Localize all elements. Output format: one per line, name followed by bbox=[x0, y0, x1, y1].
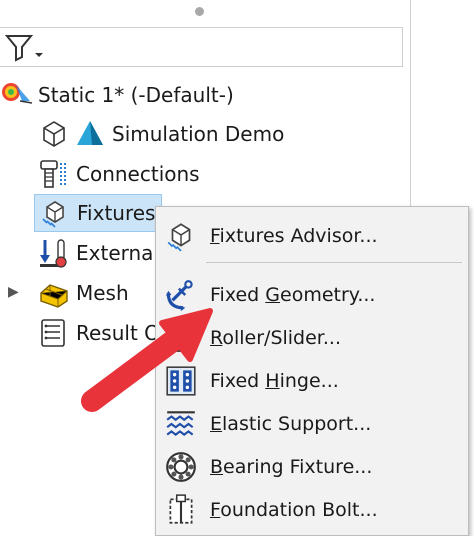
menu-item-label: Fixed Geometry... bbox=[210, 284, 376, 306]
result-options-icon bbox=[41, 319, 65, 347]
mesh-expander-icon[interactable]: ▶ bbox=[8, 284, 19, 300]
menu-item-fixtures-advisor[interactable]: Fixtures Advisor... bbox=[156, 215, 468, 257]
menu-item-label: Fixtures Advisor... bbox=[210, 225, 378, 247]
menu-item-label: Foundation Bolt... bbox=[210, 499, 378, 521]
external-loads-icon bbox=[40, 239, 67, 268]
bearing-fixture-icon bbox=[166, 452, 196, 482]
filter-icon[interactable] bbox=[5, 33, 45, 63]
tree-item-label: Simulation Demo bbox=[112, 122, 285, 146]
fixtures-icon bbox=[42, 201, 64, 228]
tree-item-fixtures[interactable]: Fixtures bbox=[34, 194, 163, 232]
menu-item-bearing-fixture[interactable]: Bearing Fixture... bbox=[156, 446, 468, 488]
study-label: Static 1* (-Default-) bbox=[38, 83, 234, 107]
pointer-arrow-annotation bbox=[81, 308, 213, 412]
filter-bar[interactable] bbox=[0, 27, 403, 67]
mesh-icon bbox=[40, 284, 68, 308]
menu-item-label: Bearing Fixture... bbox=[210, 456, 373, 478]
menu-item-label: Elastic Support... bbox=[210, 413, 372, 435]
menu-separator bbox=[206, 262, 462, 263]
tree-item-label: Connections bbox=[76, 162, 200, 186]
tree-item-label: Fixtures bbox=[77, 201, 156, 225]
tree-item-label: External bbox=[76, 241, 159, 265]
material-pyramid-icon bbox=[77, 121, 103, 145]
static-study-icon bbox=[2, 83, 33, 104]
foundation-bolt-icon bbox=[169, 494, 193, 524]
connections-bolt-icon bbox=[40, 160, 66, 188]
part-cube-icon bbox=[43, 121, 65, 147]
menu-item-foundation-bolt[interactable]: Foundation Bolt... bbox=[156, 489, 468, 531]
study-row[interactable]: Static 1* (-Default-) bbox=[0, 78, 234, 112]
tree-item-external-loads[interactable]: External bbox=[38, 236, 159, 270]
tree-item-connections[interactable]: Connections bbox=[38, 157, 200, 191]
fixtures-advisor-icon bbox=[167, 223, 191, 252]
splitter-handle[interactable] bbox=[195, 7, 204, 16]
tree-item-simulation-demo[interactable]: Simulation Demo bbox=[38, 117, 284, 151]
